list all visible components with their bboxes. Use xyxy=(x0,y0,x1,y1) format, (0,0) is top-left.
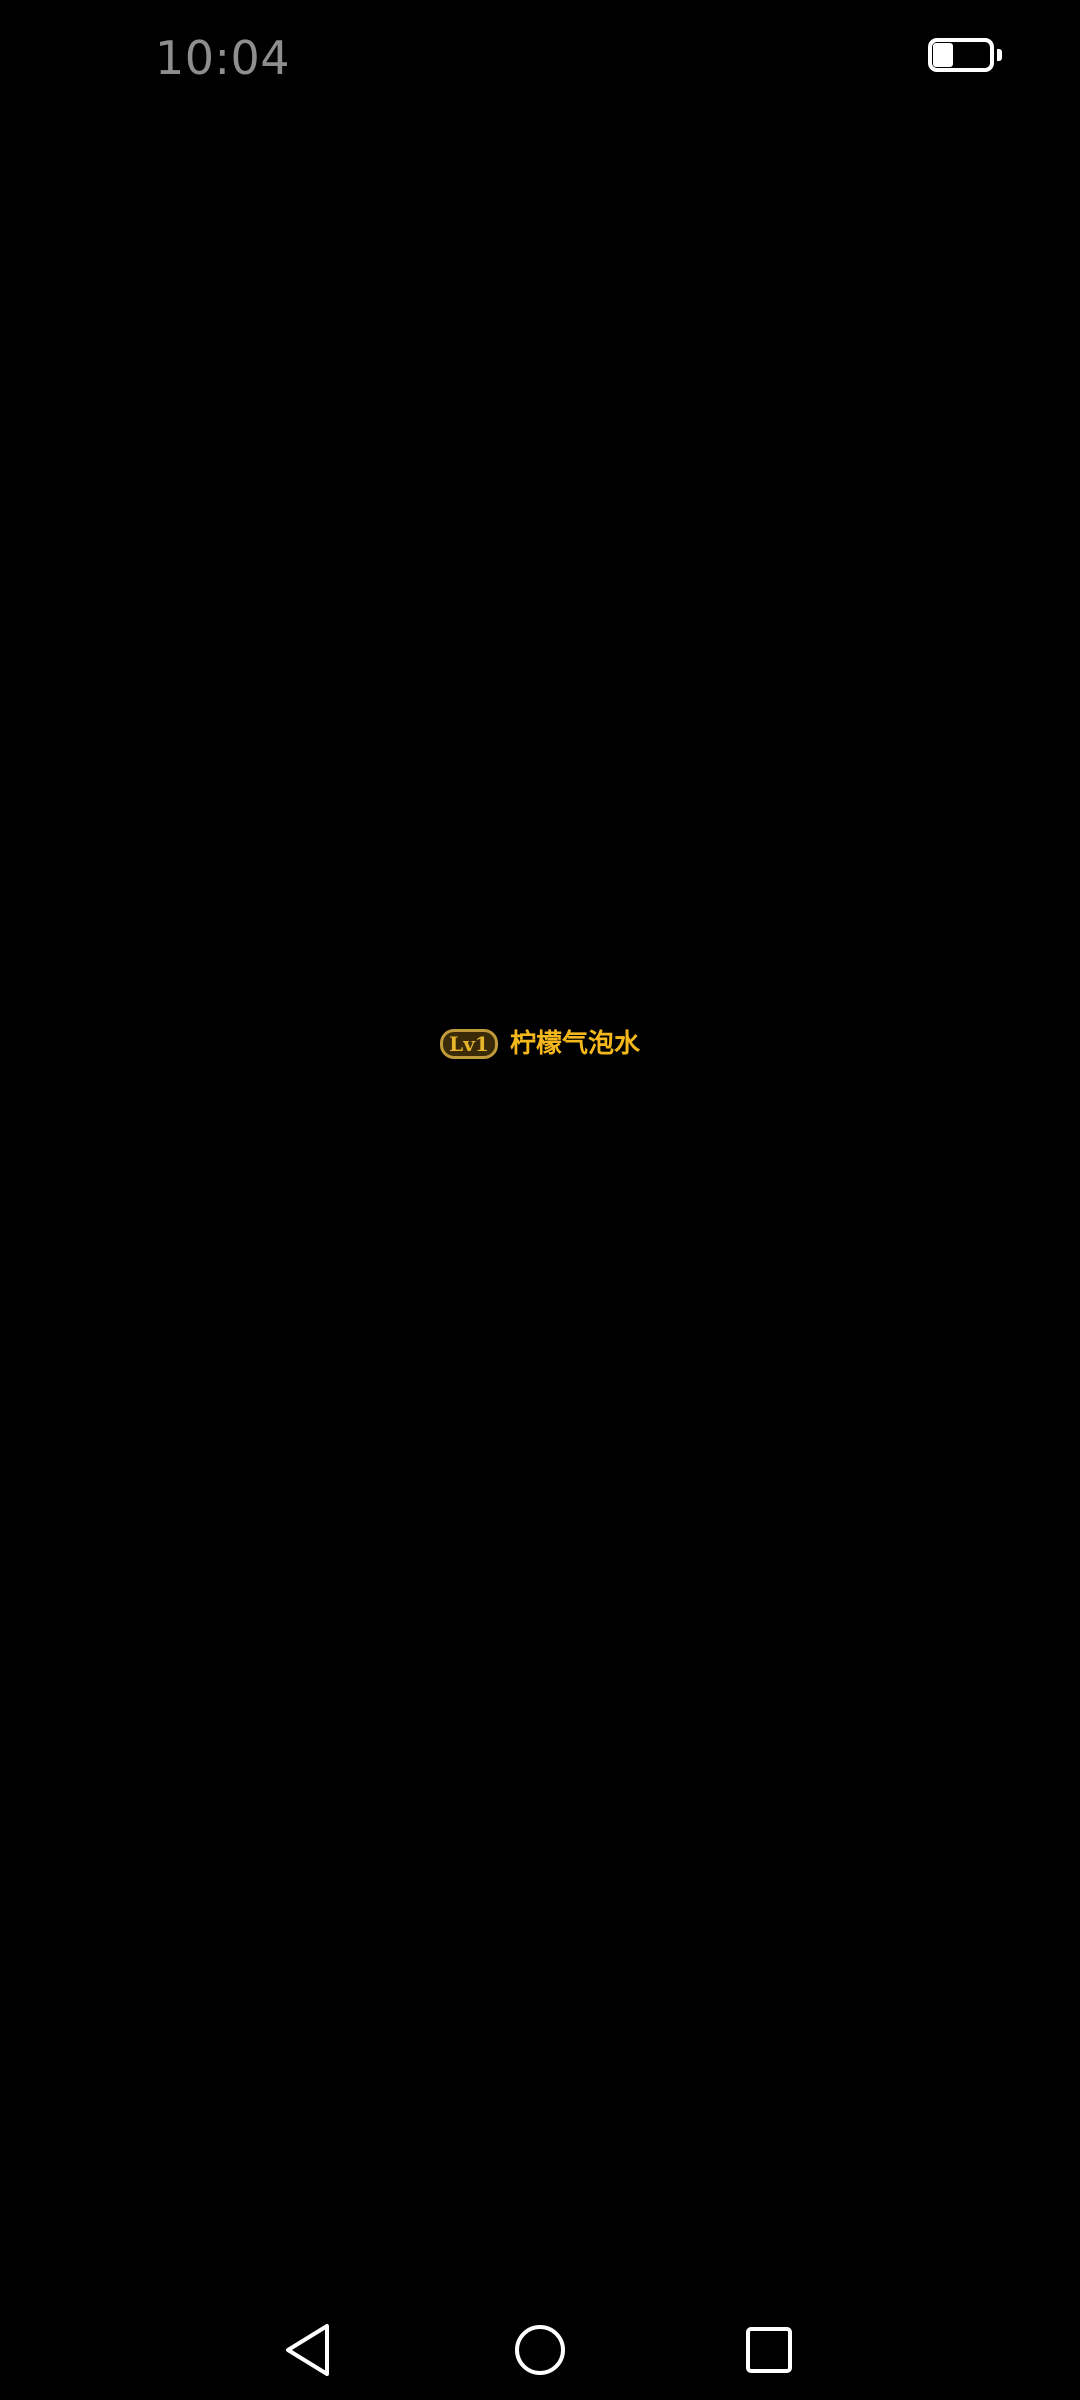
user-nickname: 柠檬气泡水 xyxy=(509,1029,640,1059)
user-level-label: Lv1 柠檬气泡水 xyxy=(0,1020,1080,1068)
home-button[interactable] xyxy=(510,2320,570,2380)
status-bar: 10:04 xyxy=(0,0,1080,118)
back-triangle-icon xyxy=(286,2324,329,2376)
home-circle-icon xyxy=(515,2325,565,2375)
battery-fill xyxy=(933,43,953,67)
battery-icon xyxy=(928,38,1004,78)
level-badge: Lv1 xyxy=(439,1029,498,1059)
recent-apps-square-icon xyxy=(746,2327,792,2373)
status-time: 10:04 xyxy=(155,31,291,85)
recent-apps-button[interactable] xyxy=(739,2320,799,2380)
back-button[interactable] xyxy=(279,2320,339,2380)
